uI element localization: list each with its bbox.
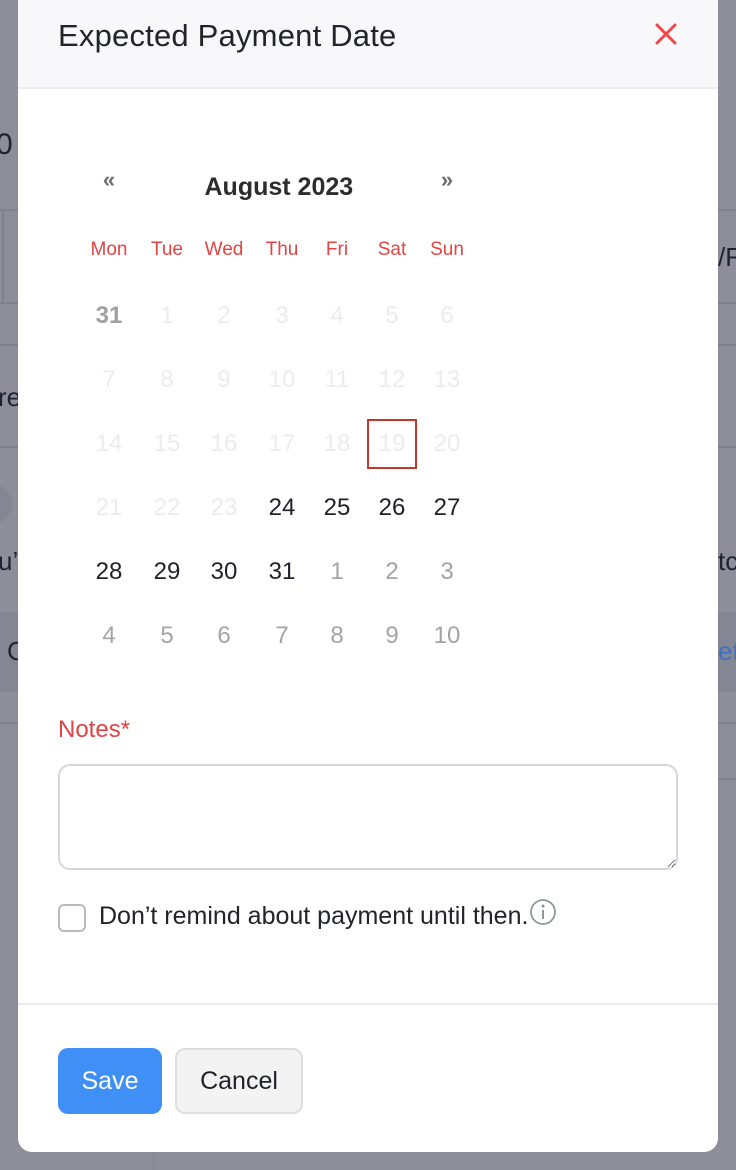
dont-remind-checkbox[interactable] <box>58 904 86 932</box>
weekday-label: Wed <box>204 239 244 260</box>
background-divider <box>718 302 736 304</box>
calendar-day: 23 <box>210 494 238 521</box>
calendar-day: 12 <box>378 366 406 393</box>
background-divider <box>718 778 736 780</box>
calendar-day[interactable]: 6 <box>198 611 250 661</box>
calendar-day: 7 <box>102 366 116 393</box>
calendar-day: 5 <box>385 302 399 329</box>
weekday-label: Mon <box>90 239 128 260</box>
calendar-day: 22 <box>153 494 181 521</box>
background-divider <box>718 344 736 346</box>
calendar-day[interactable]: 9 <box>366 611 418 661</box>
background-divider <box>718 446 736 448</box>
background-divider <box>718 209 736 211</box>
calendar-day: 4 <box>330 302 344 329</box>
calendar-day[interactable]: 4 <box>83 611 135 661</box>
background-divider <box>0 446 18 448</box>
calendar-day[interactable]: 3 <box>421 547 473 597</box>
close-button[interactable] <box>652 20 680 48</box>
background-divider <box>153 1152 155 1170</box>
calendar-day: 1 <box>160 302 174 329</box>
background-text-fragment: tc <box>718 546 736 576</box>
background-divider <box>0 302 18 304</box>
calendar-day[interactable]: 5 <box>141 611 193 661</box>
calendar-day[interactable]: 2 <box>366 547 418 597</box>
calendar-day: 13 <box>433 366 461 393</box>
calendar-day: 15 <box>153 430 181 457</box>
background-divider <box>0 344 18 346</box>
calendar-day: 16 <box>210 430 238 457</box>
calendar-day[interactable]: 28 <box>83 547 135 597</box>
calendar-day[interactable]: 27 <box>421 483 473 533</box>
weekday-label: Sat <box>377 239 407 260</box>
calendar-day[interactable]: 1 <box>311 547 363 597</box>
notes-label: Notes* <box>58 716 131 743</box>
calendar-day: 2 <box>217 302 231 329</box>
modal-header: Expected Payment Date <box>18 0 718 89</box>
calendar-day[interactable]: 24 <box>256 483 308 533</box>
calendar-day[interactable]: 25 <box>311 483 363 533</box>
weekday-label: Thu <box>265 239 299 260</box>
cancel-button[interactable]: Cancel <box>175 1048 303 1114</box>
modal-footer: Save Cancel <box>18 1003 718 1152</box>
modal-title: Expected Payment Date <box>58 18 397 53</box>
background-link-fragment: et <box>718 636 736 666</box>
calendar-day[interactable]: 7 <box>256 611 308 661</box>
calendar-day-today: 19 <box>367 419 417 469</box>
calendar-day[interactable]: 8 <box>311 611 363 661</box>
info-icon[interactable] <box>529 898 557 931</box>
calendar-day: 3 <box>275 302 289 329</box>
remind-checkbox-row: Don’t remind about payment until then. <box>58 898 557 932</box>
expected-payment-date-modal: Expected Payment Date « August 2023 » Mo… <box>18 0 718 1152</box>
weekday-label: Sun <box>430 239 464 260</box>
background-divider <box>0 722 18 724</box>
background-avatar <box>0 484 12 524</box>
calendar-day[interactable]: 26 <box>366 483 418 533</box>
background-text-fragment: 0 <box>0 128 13 161</box>
calendar-day: 10 <box>268 366 296 393</box>
background-divider <box>2 210 4 302</box>
calendar-day: 9 <box>217 366 231 393</box>
calendar-day[interactable]: 31 <box>83 291 135 341</box>
calendar-day: 20 <box>433 430 461 457</box>
calendar-day[interactable]: 10 <box>421 611 473 661</box>
notes-textarea[interactable] <box>58 764 678 870</box>
calendar-day: 21 <box>95 494 123 521</box>
calendar-day: 6 <box>440 302 454 329</box>
calendar-day: 11 <box>324 366 350 393</box>
next-month-button[interactable]: » <box>432 167 462 193</box>
calendar-day: 18 <box>323 430 351 457</box>
background-divider <box>718 722 736 724</box>
month-year-text: August 2023 <box>204 173 354 201</box>
background-text-fragment: /F <box>718 242 736 272</box>
calendar-day: 8 <box>160 366 174 393</box>
calendar-day[interactable]: 30 <box>198 547 250 597</box>
calendar-day[interactable]: 31 <box>256 547 308 597</box>
calendar-day[interactable]: 29 <box>141 547 193 597</box>
close-icon <box>655 23 677 45</box>
calendar-day: 14 <box>95 430 123 457</box>
weekday-label: Tue <box>150 239 184 260</box>
background-text-fragment: u’ <box>0 546 19 576</box>
save-button[interactable]: Save <box>58 1048 162 1114</box>
prev-month-button[interactable]: « <box>94 167 124 193</box>
weekday-label: Fri <box>325 239 349 260</box>
background-divider <box>0 1156 155 1158</box>
dont-remind-label[interactable]: Don’t remind about payment until then. <box>99 902 528 931</box>
calendar-day: 17 <box>268 430 296 457</box>
